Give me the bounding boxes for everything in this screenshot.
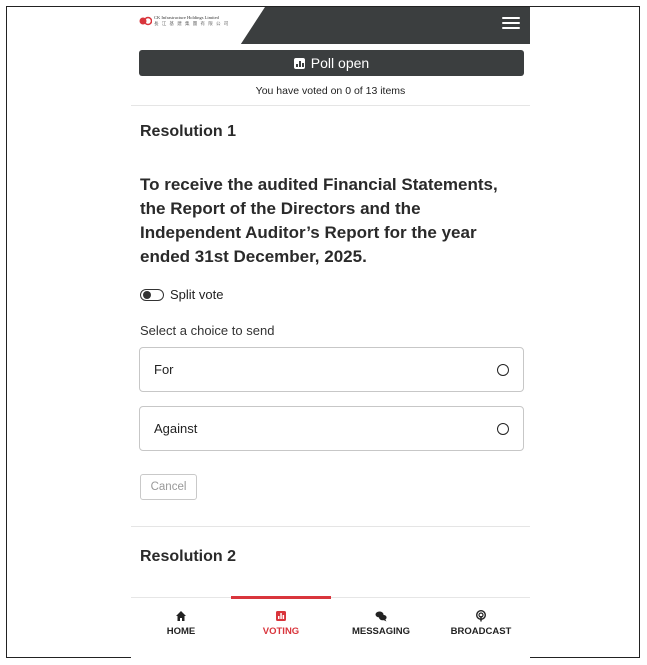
active-tab-indicator: [231, 596, 331, 599]
split-vote-label: Split vote: [170, 287, 224, 302]
cancel-button[interactable]: Cancel: [140, 474, 197, 500]
top-bar: CK Infrastructure Holdings Limited 長 江 基…: [131, 7, 530, 44]
radio-icon[interactable]: [497, 363, 509, 376]
choice-label: Against: [154, 421, 198, 436]
nav-broadcast[interactable]: BROADCAST: [431, 610, 530, 637]
voting-icon: [276, 611, 286, 621]
app-screen: CK Infrastructure Holdings Limited 長 江 基…: [131, 7, 530, 658]
nav-label: BROADCAST: [450, 626, 512, 637]
divider: [131, 105, 530, 106]
nav-label: HOME: [166, 626, 196, 637]
radio-icon[interactable]: [497, 422, 509, 435]
split-vote-toggle[interactable]: Split vote: [140, 287, 223, 302]
voted-summary: You have voted on 0 of 13 items: [255, 85, 406, 97]
nav-label: MESSAGING: [351, 626, 411, 637]
resolution-1-text: To receive the audited Financial Stateme…: [140, 175, 498, 266]
logo-chinese-name: 長 江 基 建 集 團 有 限 公 司: [154, 21, 230, 26]
company-logo[interactable]: CK Infrastructure Holdings Limited 長 江 基…: [131, 7, 265, 44]
hamburger-menu-icon[interactable]: [502, 14, 520, 32]
nav-home[interactable]: HOME: [131, 610, 231, 637]
logo-mark-icon: [139, 16, 152, 26]
bottom-navigation: HOME VOTING MESSAGING BROADCAST: [131, 596, 530, 658]
resolution-2-title: Resolution 2: [140, 548, 237, 565]
nav-label: VOTING: [262, 626, 300, 637]
choice-label: For: [154, 362, 174, 377]
divider: [131, 526, 530, 527]
resolution-1-title: Resolution 1: [140, 123, 237, 140]
home-icon: [176, 611, 186, 621]
choice-against[interactable]: Against: [139, 406, 524, 451]
toggle-switch-icon[interactable]: [140, 288, 164, 301]
poll-status-bar: Poll open: [139, 50, 524, 76]
logo-english-name: CK Infrastructure Holdings Limited: [154, 15, 219, 20]
poll-chart-icon: [293, 57, 305, 69]
poll-status-text: Poll open: [310, 55, 370, 71]
nav-voting[interactable]: VOTING: [231, 610, 331, 637]
nav-messaging[interactable]: MESSAGING: [331, 610, 431, 637]
select-choice-label: Select a choice to send: [140, 323, 275, 338]
messaging-icon: [375, 611, 387, 622]
broadcast-icon: [476, 610, 486, 622]
choice-for[interactable]: For: [139, 347, 524, 392]
